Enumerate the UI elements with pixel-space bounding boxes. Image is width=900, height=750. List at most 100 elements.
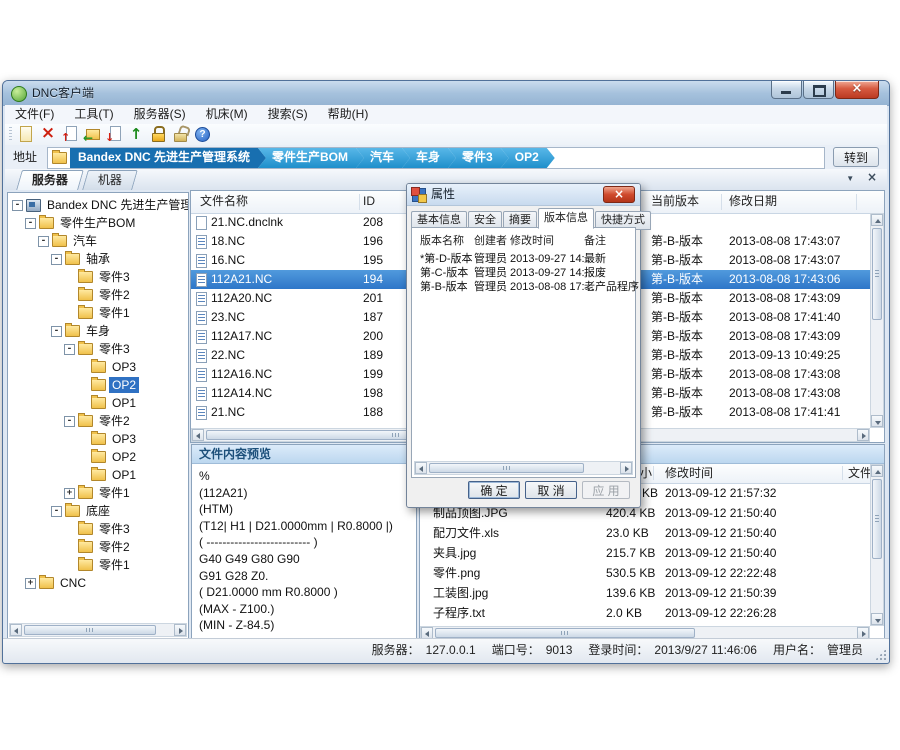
menu-item[interactable]: 工具(T): [64, 105, 123, 124]
tree-item[interactable]: 零件2: [8, 538, 188, 556]
apply-button[interactable]: 应 用: [582, 481, 630, 499]
column-header-current-version[interactable]: 当前版本: [651, 191, 699, 212]
tree-expander-icon[interactable]: -: [25, 218, 36, 229]
tree-item[interactable]: - 零件生产BOM: [8, 214, 188, 232]
minimize-button[interactable]: [771, 81, 802, 99]
scroll-down-icon[interactable]: [871, 415, 883, 427]
help-icon[interactable]: [193, 125, 211, 143]
view-tab[interactable]: 机器: [82, 170, 138, 190]
send-to-machine-icon[interactable]: [127, 125, 145, 143]
column-header-modified-time[interactable]: 修改时间: [510, 234, 554, 249]
tree-expander-icon[interactable]: +: [64, 488, 75, 499]
column-divider[interactable]: [653, 466, 654, 480]
new-file-icon[interactable]: [17, 125, 35, 143]
column-divider[interactable]: [359, 194, 360, 210]
lock-icon[interactable]: [149, 125, 167, 143]
scroll-left-icon[interactable]: [415, 462, 427, 474]
scroll-thumb[interactable]: [24, 625, 156, 635]
menu-item[interactable]: 文件(F): [5, 105, 64, 124]
column-divider[interactable]: [721, 194, 722, 210]
scroll-left-icon[interactable]: [192, 429, 204, 441]
tree-item[interactable]: 零件1: [8, 304, 188, 322]
tree-item[interactable]: OP3: [8, 358, 188, 376]
tree-item[interactable]: - Bandex DNC 先进生产管理系统: [8, 196, 188, 214]
close-button[interactable]: ×: [835, 81, 879, 99]
tree-item[interactable]: - 底座: [8, 502, 188, 520]
scroll-thumb[interactable]: [872, 479, 882, 559]
scroll-up-icon[interactable]: [871, 214, 883, 226]
tree-item[interactable]: - 轴承: [8, 250, 188, 268]
dialog-title-bar[interactable]: 属性: [407, 184, 640, 206]
attachment-row[interactable]: 夹具.jpg 215.7 KB 2013-09-12 21:50:40: [420, 543, 870, 563]
attachment-row[interactable]: 零件.png 530.5 KB 2013-09-12 22:22:48: [420, 563, 870, 583]
unlock-icon[interactable]: [171, 125, 189, 143]
column-header-version-name[interactable]: 版本名称: [420, 234, 464, 249]
resize-grip[interactable]: [875, 649, 886, 660]
scroll-thumb[interactable]: [872, 228, 882, 320]
column-divider[interactable]: [856, 194, 857, 210]
tree-item[interactable]: 零件3: [8, 520, 188, 538]
menu-item[interactable]: 机床(M): [196, 105, 258, 124]
column-header-modified-time[interactable]: 修改时间: [665, 464, 713, 483]
check-out-folder-icon[interactable]: [83, 125, 101, 143]
breadcrumb-segment[interactable]: 零件3: [448, 148, 509, 168]
tree-item[interactable]: OP1: [8, 466, 188, 484]
tree-item[interactable]: OP1: [8, 394, 188, 412]
tree-expander-icon[interactable]: +: [25, 578, 36, 589]
scroll-left-icon[interactable]: [10, 624, 22, 636]
tree-item[interactable]: + 零件1: [8, 484, 188, 502]
ok-button[interactable]: 确 定: [468, 481, 520, 499]
tab-dropdown-icon[interactable]: ▼: [846, 174, 854, 183]
address-breadcrumb[interactable]: Bandex DNC 先进生产管理系统零件生产BOM汽车车身零件3OP2: [47, 147, 825, 169]
tree-expander-icon[interactable]: -: [64, 344, 75, 355]
scroll-up-icon[interactable]: [871, 465, 883, 477]
scroll-thumb[interactable]: [429, 463, 584, 473]
version-row[interactable]: 第-C-版本 管理员 2013-09-27 14:... 报废: [412, 266, 635, 280]
file-list-vertical-scrollbar[interactable]: [870, 213, 884, 428]
column-divider[interactable]: [842, 466, 843, 480]
tree-item[interactable]: - 零件2: [8, 412, 188, 430]
tree-item[interactable]: - 汽车: [8, 232, 188, 250]
tree-item[interactable]: OP3: [8, 430, 188, 448]
download-file-icon[interactable]: [105, 125, 123, 143]
go-button[interactable]: 转到: [833, 147, 879, 167]
tree-item[interactable]: 零件2: [8, 286, 188, 304]
tree-item[interactable]: + CNC: [8, 574, 188, 592]
version-row[interactable]: 第-B-版本 管理员 2013-08-08 17:... 老产品程序: [412, 280, 635, 294]
menu-item[interactable]: 搜索(S): [258, 105, 318, 124]
tree-expander-icon[interactable]: -: [38, 236, 49, 247]
title-bar[interactable]: DNC客户端 ×: [3, 81, 889, 106]
scroll-thumb[interactable]: [435, 628, 695, 638]
dialog-horizontal-scrollbar[interactable]: [414, 461, 633, 475]
dialog-close-button[interactable]: [603, 186, 635, 203]
menu-item[interactable]: 服务器(S): [124, 105, 196, 124]
attachments-vertical-scrollbar[interactable]: [870, 464, 884, 626]
tree-item[interactable]: 零件3: [8, 268, 188, 286]
attachment-row[interactable]: 工装图.jpg 139.6 KB 2013-09-12 21:50:39: [420, 583, 870, 603]
toolbar-grip[interactable]: [9, 127, 12, 141]
dialog-tab[interactable]: 版本信息: [538, 208, 594, 229]
version-row[interactable]: *第-D-版本 管理员 2013-09-27 14:... 最新: [412, 252, 635, 266]
tree-expander-icon[interactable]: -: [12, 200, 23, 211]
column-header-id[interactable]: ID: [363, 191, 375, 212]
tree-expander-icon[interactable]: -: [51, 326, 62, 337]
view-tab[interactable]: 服务器: [16, 170, 84, 190]
tree-item[interactable]: - 零件3: [8, 340, 188, 358]
tree-horizontal-scrollbar[interactable]: [9, 623, 187, 637]
tree-item[interactable]: 零件1: [8, 556, 188, 574]
scroll-right-icon[interactable]: [174, 624, 186, 636]
breadcrumb-segment[interactable]: 车身: [402, 148, 456, 168]
scroll-right-icon[interactable]: [620, 462, 632, 474]
breadcrumb-segment[interactable]: 零件生产BOM: [258, 148, 364, 168]
column-header-creator[interactable]: 创建者: [474, 234, 507, 249]
breadcrumb-segment[interactable]: OP2: [501, 148, 555, 168]
cancel-button[interactable]: 取 消: [525, 481, 577, 499]
column-header-file-name[interactable]: 文件名称: [200, 191, 248, 212]
column-header-remark[interactable]: 备注: [584, 234, 606, 249]
tree-expander-icon[interactable]: -: [51, 254, 62, 265]
delete-icon[interactable]: [39, 125, 57, 143]
menu-item[interactable]: 帮助(H): [318, 105, 379, 124]
attachment-row[interactable]: 配刀文件.xls 23.0 KB 2013-09-12 21:50:40: [420, 523, 870, 543]
tree-item[interactable]: - 车身: [8, 322, 188, 340]
check-in-file-icon[interactable]: [61, 125, 79, 143]
